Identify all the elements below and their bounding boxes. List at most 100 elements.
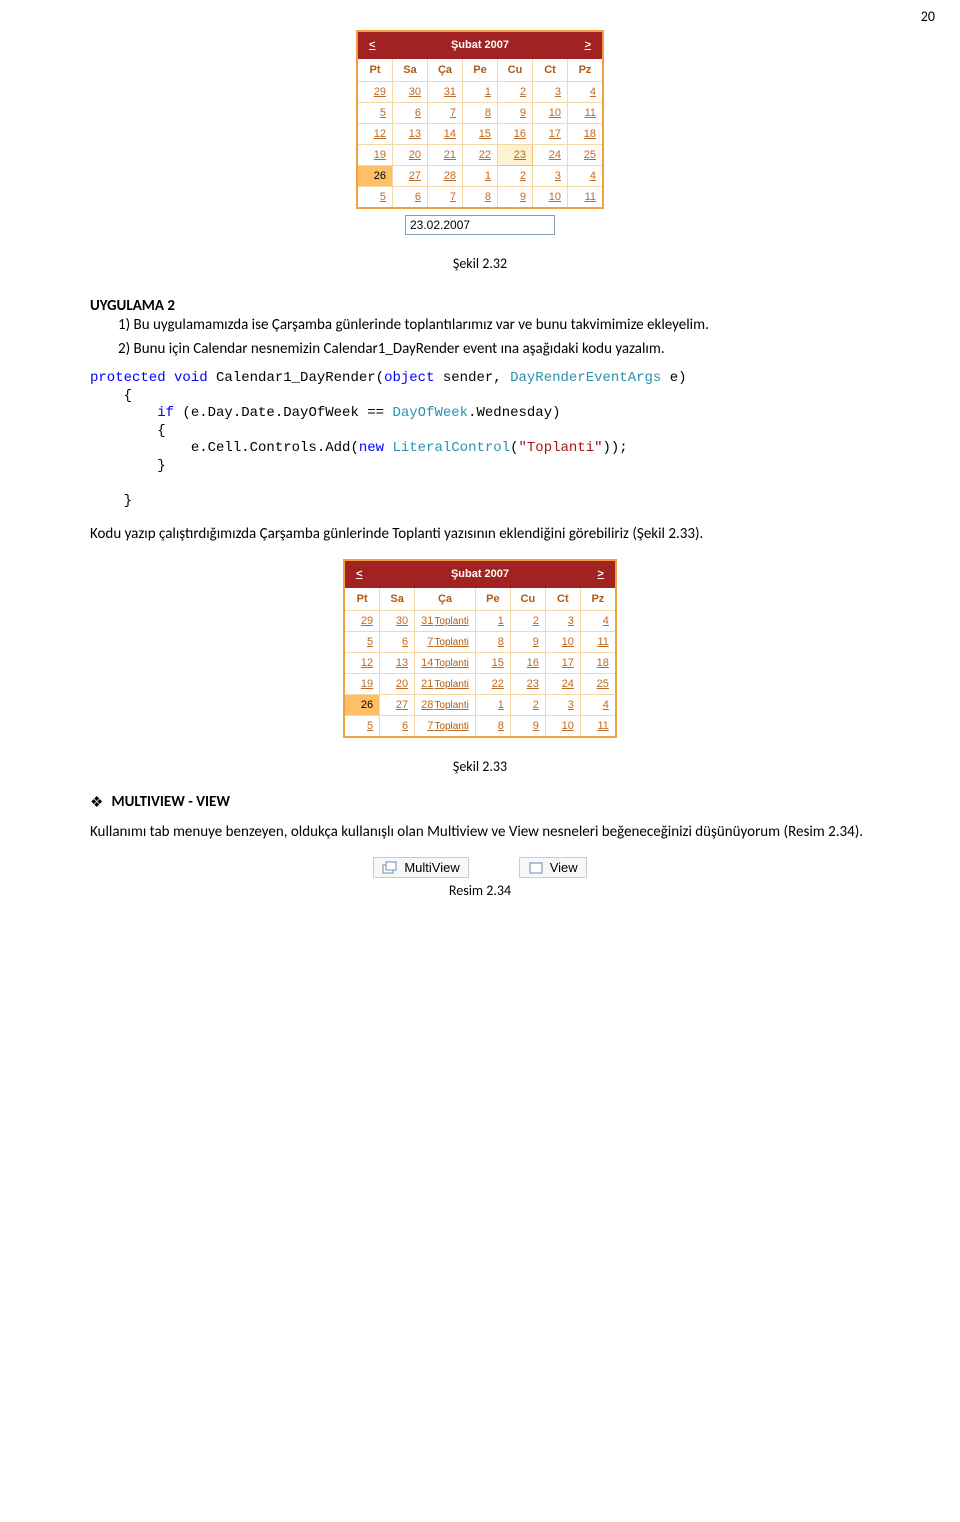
calendar-day[interactable]: 18 <box>580 653 616 674</box>
calendar-day[interactable]: 1 <box>463 166 498 187</box>
calendar-next[interactable]: > <box>579 39 597 51</box>
calendar-next[interactable]: > <box>591 568 609 580</box>
calendar-day[interactable]: 2 <box>510 611 545 632</box>
calendar-day[interactable]: 4 <box>580 695 616 716</box>
calendar-day[interactable]: 3 <box>533 82 568 103</box>
calendar-day[interactable]: 27 <box>393 166 428 187</box>
list-item: 1) Bu uygulamamızda ise Çarşamba günleri… <box>118 315 870 336</box>
toolbox-item-multiview[interactable]: MultiView <box>373 857 468 878</box>
calendar-day[interactable]: 6 <box>393 103 428 124</box>
calendar-day[interactable]: 1 <box>475 695 510 716</box>
bullet-icon: ❖ <box>90 793 103 814</box>
calendar-day[interactable]: 2 <box>498 166 533 187</box>
calendar-day[interactable]: 1 <box>475 611 510 632</box>
calendar-day[interactable]: 5 <box>357 187 393 209</box>
calendar-day[interactable]: 10 <box>533 187 568 209</box>
calendar-day[interactable]: 15 <box>475 653 510 674</box>
calendar-day[interactable]: 22 <box>463 145 498 166</box>
calendar-day[interactable]: 3 <box>545 611 580 632</box>
calendar-day[interactable]: 4 <box>568 166 604 187</box>
calendar-day[interactable]: 7 <box>428 187 463 209</box>
calendar-day[interactable]: 24 <box>533 145 568 166</box>
toolbox-item-view[interactable]: View <box>519 857 587 878</box>
calendar-day[interactable]: 17 <box>545 653 580 674</box>
calendar-day[interactable]: 31 <box>428 82 463 103</box>
calendar-day[interactable]: 23 <box>498 145 533 166</box>
code-block: protected void Calendar1_DayRender(objec… <box>90 370 870 510</box>
calendar-day[interactable]: 20 <box>393 145 428 166</box>
calendar-day[interactable]: 9 <box>498 187 533 209</box>
date-textbox[interactable] <box>405 215 555 235</box>
calendar-day[interactable]: 16 <box>498 124 533 145</box>
weekday-header: Pe <box>463 59 498 82</box>
calendar-prev[interactable]: < <box>363 39 381 51</box>
calendar-day[interactable]: 23 <box>510 674 545 695</box>
calendar-day[interactable]: 31Toplanti <box>415 611 476 632</box>
calendar-day[interactable]: 6 <box>380 716 415 738</box>
calendar-day[interactable]: 9 <box>510 632 545 653</box>
calendar-day[interactable]: 24 <box>545 674 580 695</box>
calendar-day[interactable]: 12 <box>357 124 393 145</box>
calendar-day[interactable]: 5 <box>344 632 380 653</box>
calendar-day[interactable]: 14Toplanti <box>415 653 476 674</box>
calendar-day[interactable]: 11 <box>568 187 604 209</box>
calendar-day[interactable]: 9 <box>498 103 533 124</box>
calendar-day[interactable]: 27 <box>380 695 415 716</box>
calendar-day[interactable]: 28 <box>428 166 463 187</box>
calendar-day[interactable]: 30 <box>380 611 415 632</box>
calendar-day[interactable]: 6 <box>393 187 428 209</box>
calendar-day[interactable]: 10 <box>545 632 580 653</box>
weekday-header: Sa <box>380 588 415 611</box>
calendar-day[interactable]: 22 <box>475 674 510 695</box>
calendar-day[interactable]: 30 <box>393 82 428 103</box>
calendar-day[interactable]: 4 <box>568 82 604 103</box>
calendar-day[interactable]: 29 <box>344 611 380 632</box>
calendar-day[interactable]: 3 <box>545 695 580 716</box>
calendar-day[interactable]: 19 <box>357 145 393 166</box>
calendar-day[interactable]: 10 <box>533 103 568 124</box>
calendar-day[interactable]: 3 <box>533 166 568 187</box>
calendar-day[interactable]: 13 <box>380 653 415 674</box>
calendar-day[interactable]: 8 <box>463 187 498 209</box>
weekday-header: Ça <box>415 588 476 611</box>
calendar-day[interactable]: 12 <box>344 653 380 674</box>
calendar-day[interactable]: 2 <box>498 82 533 103</box>
calendar-day[interactable]: 6 <box>380 632 415 653</box>
calendar-day[interactable]: 15 <box>463 124 498 145</box>
view-icon <box>528 861 544 875</box>
calendar-day[interactable]: 14 <box>428 124 463 145</box>
calendar-day[interactable]: 8 <box>475 632 510 653</box>
calendar-day[interactable]: 4 <box>580 611 616 632</box>
calendar-prev[interactable]: < <box>350 568 368 580</box>
weekday-header: Cu <box>510 588 545 611</box>
calendar-day[interactable]: 8 <box>463 103 498 124</box>
calendar-day[interactable]: 25 <box>580 674 616 695</box>
calendar-day[interactable]: 28Toplanti <box>415 695 476 716</box>
calendar-day[interactable]: 7Toplanti <box>415 632 476 653</box>
calendar-day[interactable]: 8 <box>475 716 510 738</box>
calendar-day[interactable]: 11 <box>568 103 604 124</box>
calendar-day[interactable]: 5 <box>344 716 380 738</box>
weekday-header: Cu <box>498 59 533 82</box>
calendar-day[interactable]: 7Toplanti <box>415 716 476 738</box>
calendar-day[interactable]: 1 <box>463 82 498 103</box>
calendar-day[interactable]: 26 <box>357 166 393 187</box>
calendar-day[interactable]: 21 <box>428 145 463 166</box>
calendar-day[interactable]: 26 <box>344 695 380 716</box>
calendar-day[interactable]: 11 <box>580 632 616 653</box>
calendar-day[interactable]: 29 <box>357 82 393 103</box>
calendar-day[interactable]: 2 <box>510 695 545 716</box>
calendar-day[interactable]: 25 <box>568 145 604 166</box>
calendar-day[interactable]: 10 <box>545 716 580 738</box>
calendar-day[interactable]: 13 <box>393 124 428 145</box>
calendar-day[interactable]: 18 <box>568 124 604 145</box>
calendar-day[interactable]: 20 <box>380 674 415 695</box>
calendar-day[interactable]: 17 <box>533 124 568 145</box>
calendar-day[interactable]: 5 <box>357 103 393 124</box>
calendar-day[interactable]: 7 <box>428 103 463 124</box>
calendar-day[interactable]: 16 <box>510 653 545 674</box>
calendar-day[interactable]: 21Toplanti <box>415 674 476 695</box>
calendar-day[interactable]: 11 <box>580 716 616 738</box>
calendar-day[interactable]: 9 <box>510 716 545 738</box>
calendar-day[interactable]: 19 <box>344 674 380 695</box>
